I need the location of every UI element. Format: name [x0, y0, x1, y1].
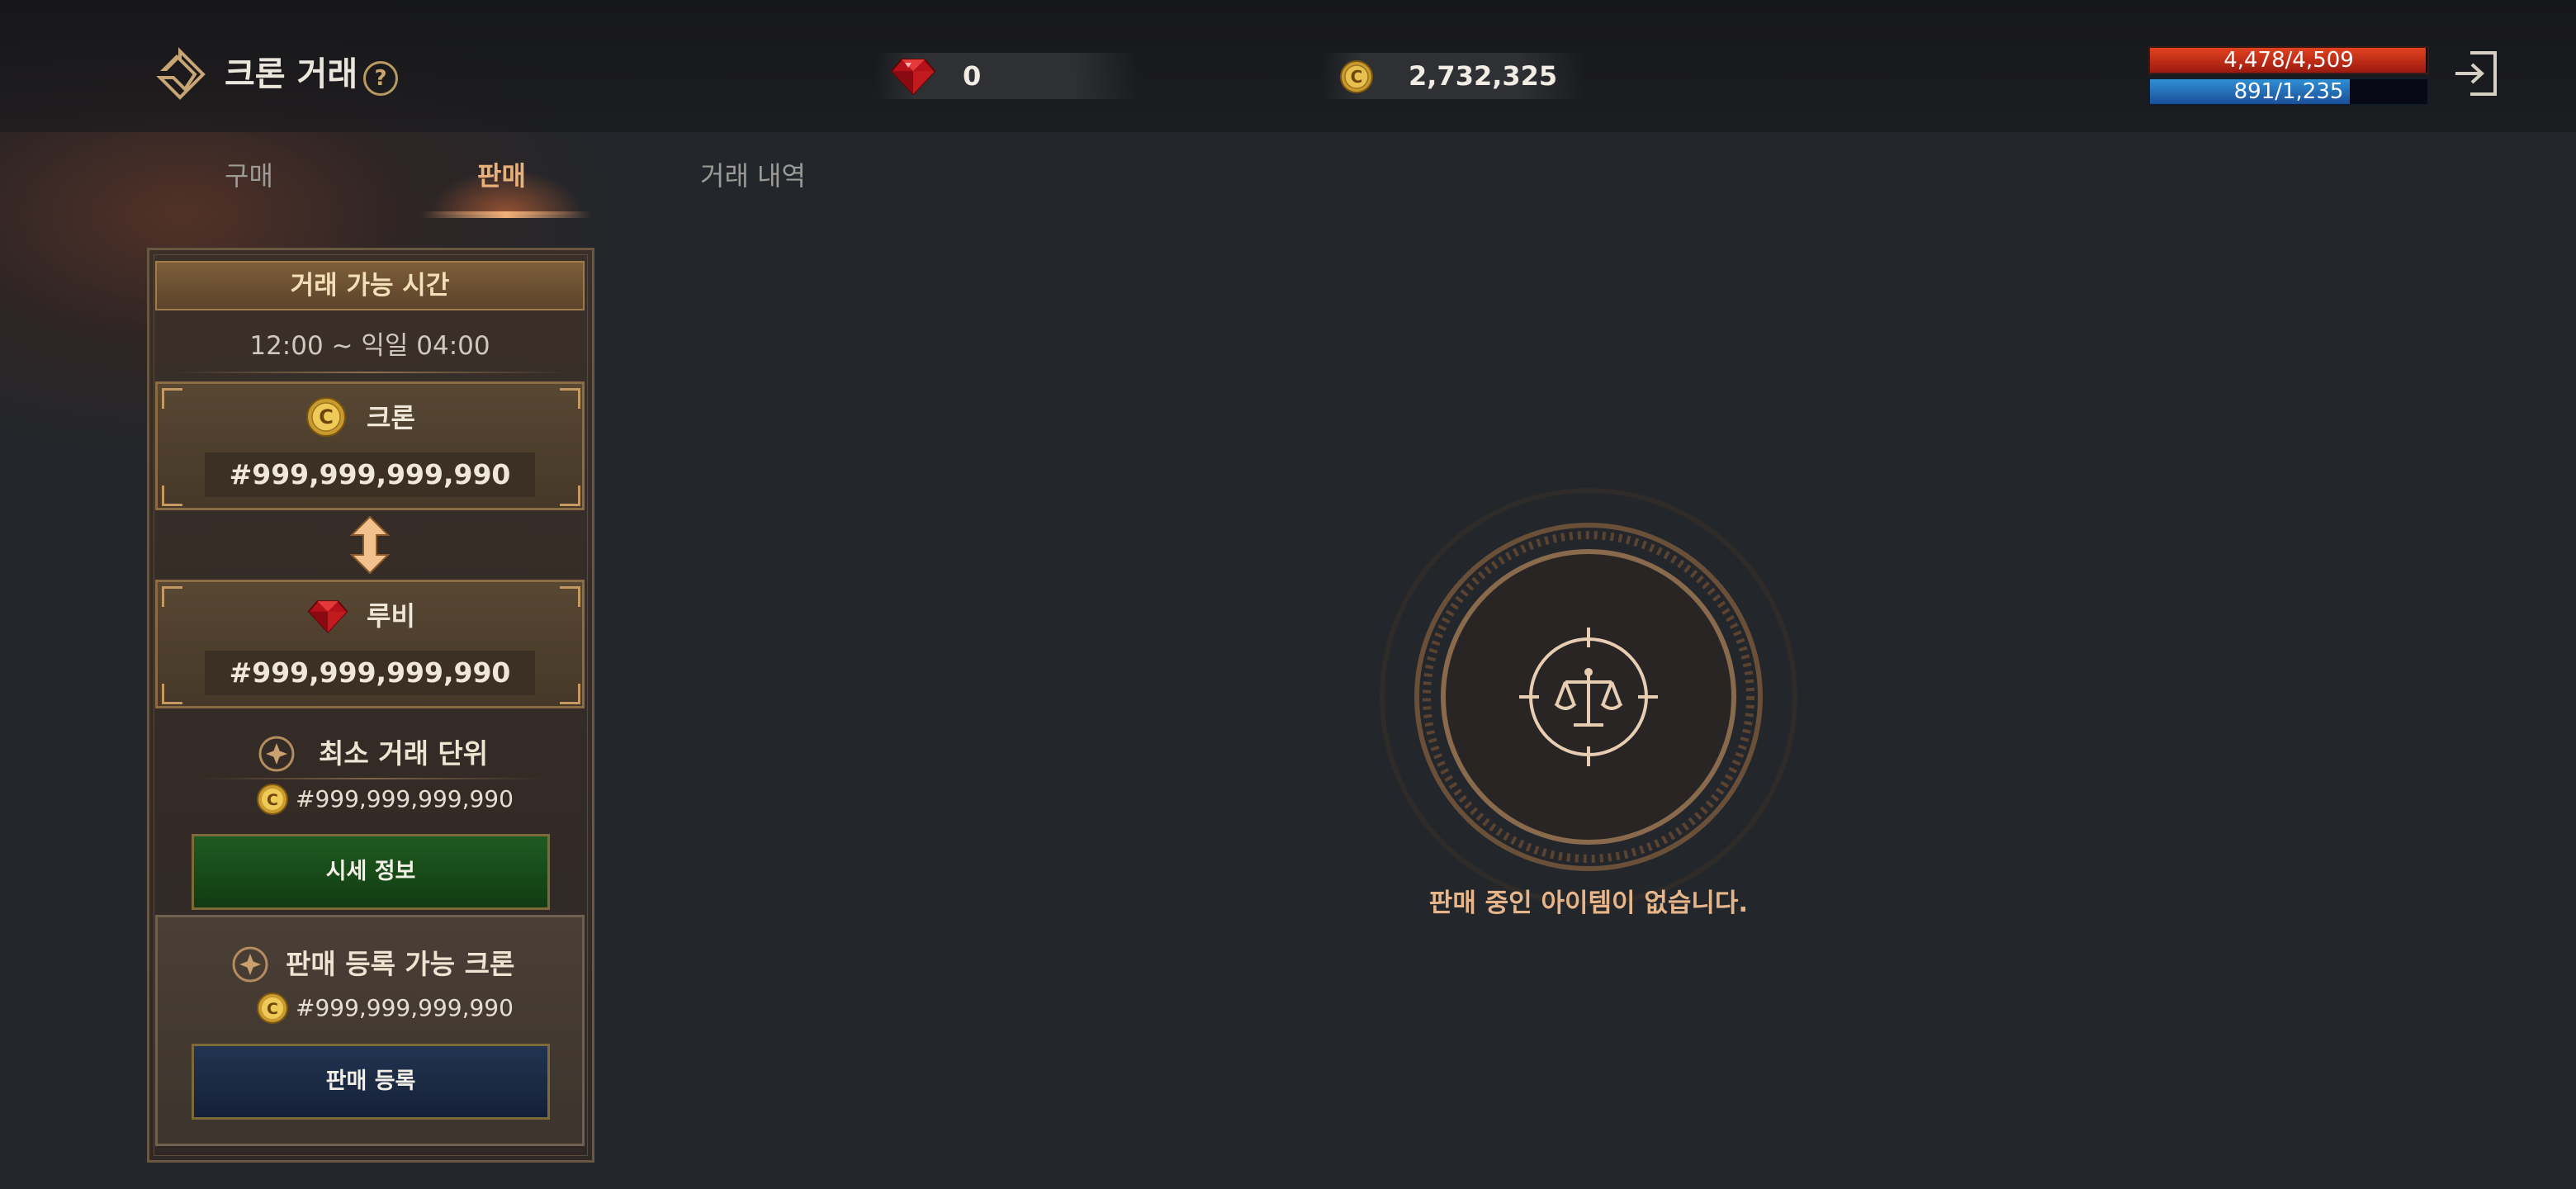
price-info-button[interactable]: 시세 정보: [192, 834, 550, 910]
svg-text:C: C: [319, 405, 334, 429]
svg-text:C: C: [267, 1000, 278, 1018]
sellable-value: #999,999,999,990: [296, 994, 514, 1021]
svg-text:C: C: [1351, 67, 1363, 87]
up-down-arrow-icon: [349, 515, 391, 575]
cron-value: #999,999,999,990: [229, 458, 511, 490]
hp-text: 4,478/4,509: [2223, 48, 2354, 73]
corner-ornament: [162, 586, 182, 607]
svg-text:C: C: [267, 791, 278, 809]
question-circle-icon[interactable]: ?: [363, 61, 398, 96]
register-sale-button[interactable]: 판매 등록: [192, 1044, 550, 1120]
trade-time-title: 거래 가능 시간: [290, 271, 450, 301]
min-trade-value: #999,999,999,990: [296, 785, 514, 812]
divider: [198, 778, 545, 779]
corner-ornament: [560, 586, 580, 607]
ornament-emblem-icon: [258, 736, 295, 772]
ornament-emblem-icon: [232, 946, 268, 983]
cron-balance: 2,732,325: [1409, 60, 1558, 92]
corner-ornament: [162, 684, 182, 704]
ruby-balance: 0: [963, 60, 982, 92]
cron-label: 크론: [367, 402, 415, 433]
divider: [172, 372, 568, 373]
mp-text: 891/1,235: [2233, 79, 2344, 104]
corner-ornament: [560, 388, 580, 409]
hp-bar: 4,478/4,509: [2148, 46, 2429, 74]
ruby-label: 루비: [367, 600, 415, 632]
sellable-label: 판매 등록 가능 크론: [286, 948, 515, 980]
ruby-value: #999,999,999,990: [229, 656, 511, 689]
corner-ornament: [162, 486, 182, 506]
page-title: 크론 거래: [225, 55, 358, 93]
trade-time: 12:00 ~ 익일 04:00: [249, 331, 490, 361]
tab-sell[interactable]: 판매: [477, 154, 526, 198]
cron-coin-icon: C: [257, 784, 288, 815]
tab-sell-underline: [421, 211, 591, 218]
corner-ornament: [560, 684, 580, 704]
min-trade-label: 최소 거래 단위: [319, 737, 489, 770]
empty-state-message: 판매 중인 아이템이 없습니다.: [1428, 888, 1749, 918]
mp-bar: 891/1,235: [2148, 78, 2429, 106]
cron-coin-icon: C: [1340, 60, 1373, 93]
scales-icon: [1380, 488, 1797, 906]
ruby-gem-icon: [307, 600, 348, 633]
tab-history[interactable]: 거래 내역: [700, 154, 806, 198]
corner-ornament: [162, 388, 182, 409]
corner-ornament: [560, 486, 580, 506]
trade-logo-icon: [156, 47, 206, 100]
tab-buy[interactable]: 구매: [225, 154, 273, 198]
cron-coin-icon: C: [306, 397, 346, 437]
cron-coin-icon: C: [257, 992, 288, 1024]
exit-icon[interactable]: [2449, 46, 2503, 101]
ruby-gem-icon: [890, 59, 936, 96]
